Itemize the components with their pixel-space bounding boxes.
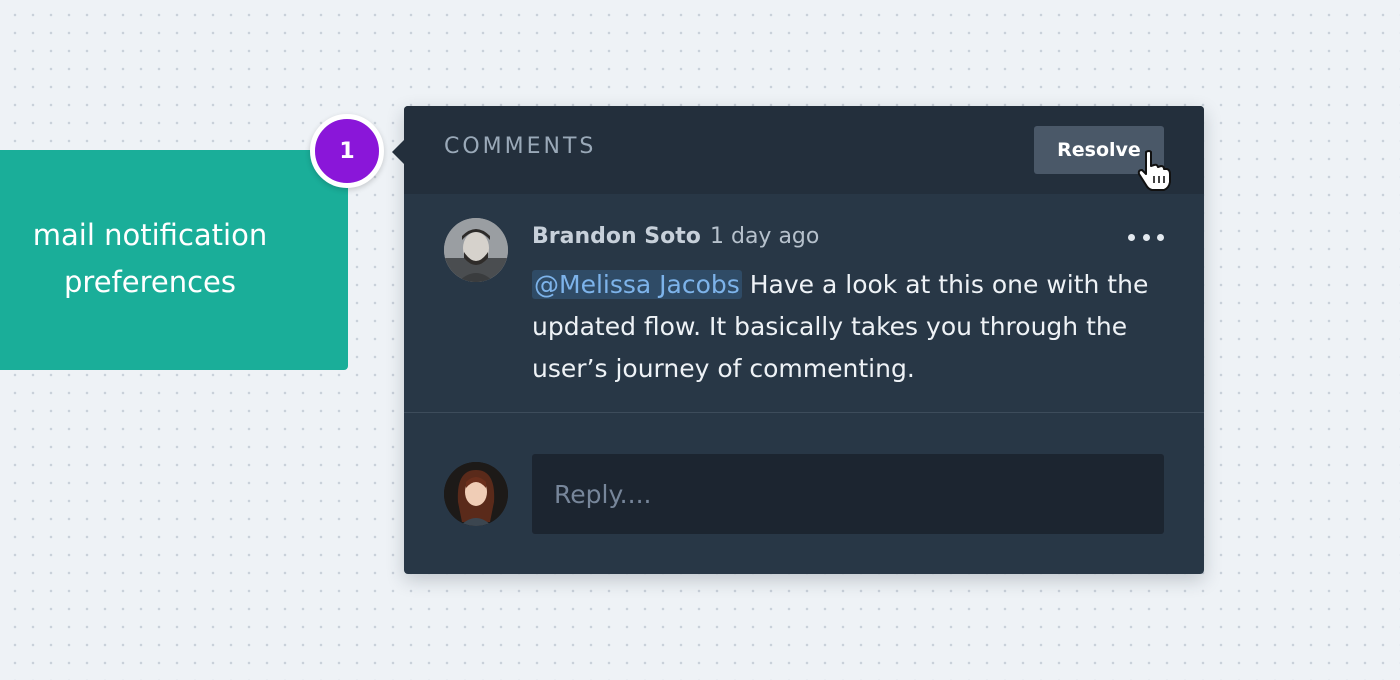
more-options-icon[interactable]: [1128, 230, 1164, 244]
flow-card[interactable]: mail notification preferences: [0, 150, 348, 370]
divider: [404, 412, 1204, 413]
comment-timestamp: 1 day ago: [710, 224, 820, 249]
flow-card-label-line1: mail notification: [32, 218, 268, 252]
comment-author[interactable]: Brandon Soto: [532, 224, 701, 249]
avatar: [444, 218, 508, 282]
panel-pointer-arrow: [392, 140, 404, 164]
comment-pin-number: 1: [339, 138, 355, 164]
comments-panel-header: COMMENTS Resolve: [404, 106, 1204, 194]
comment-pin[interactable]: 1: [310, 114, 384, 188]
flow-card-label-line2: preferences: [64, 265, 236, 299]
reply-input[interactable]: [532, 454, 1164, 534]
comments-panel-title: COMMENTS: [444, 134, 597, 159]
pointer-cursor-icon: [1137, 150, 1171, 191]
current-user-avatar: [444, 462, 508, 526]
comments-panel: COMMENTS Resolve Brandon Soto 1 day ago …: [392, 106, 1204, 574]
comment-item: Brandon Soto 1 day ago @Melissa Jacobs H…: [404, 194, 1204, 412]
mention-tag[interactable]: @Melissa Jacobs: [532, 270, 742, 299]
flow-card-label: mail notification preferences: [0, 212, 320, 306]
comment-body: @Melissa Jacobs Have a look at this one …: [532, 264, 1172, 390]
